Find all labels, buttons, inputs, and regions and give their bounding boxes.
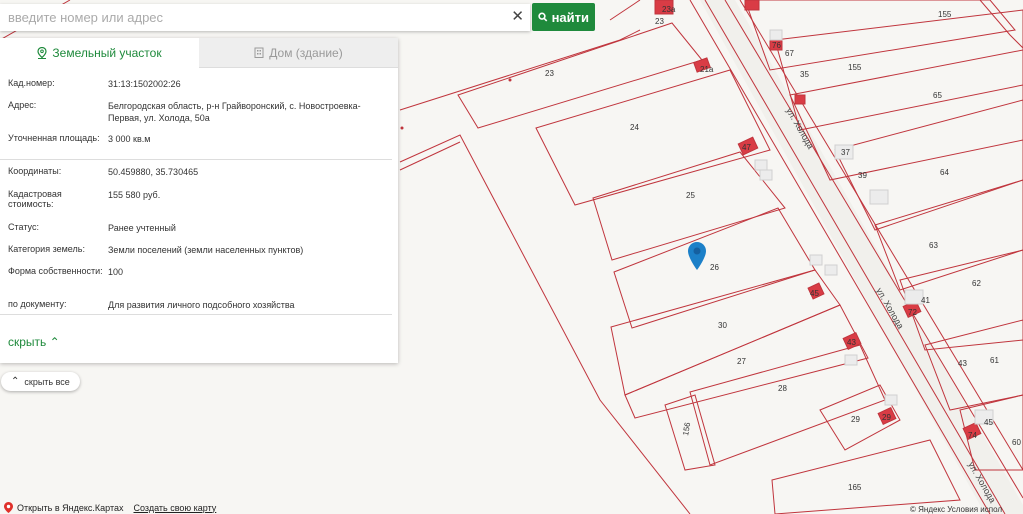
plot-label: 67 bbox=[785, 49, 794, 58]
field-value: 100 bbox=[108, 267, 124, 277]
field-label: Адрес: bbox=[8, 100, 37, 110]
land-plot-icon bbox=[37, 47, 47, 59]
yandex-maps-pin-icon bbox=[4, 502, 13, 513]
field-value: 3 000 кв.м bbox=[108, 134, 151, 144]
hide-details-label: скрыть bbox=[8, 335, 47, 349]
plot-label: 28 bbox=[778, 384, 787, 393]
building-label: 21а bbox=[700, 65, 714, 74]
plot-label: 23 bbox=[545, 69, 554, 78]
building-label: 43 bbox=[847, 338, 856, 347]
field-value: 155 580 руб. bbox=[108, 190, 161, 200]
field-value: Земли поселений (земли населенных пункто… bbox=[108, 245, 304, 255]
plot-label: 65 bbox=[933, 91, 942, 100]
field-label: Кад.номер: bbox=[8, 78, 55, 88]
plot-label: 64 bbox=[940, 168, 949, 177]
plot-label: 35 bbox=[800, 70, 809, 79]
tab-bar: Земельный участок Дом (здание) bbox=[0, 38, 398, 68]
field-label: Уточненная площадь: bbox=[8, 133, 100, 143]
plot-label: 29 bbox=[851, 415, 860, 424]
field-value: 50.459880, 35.730465 bbox=[108, 167, 199, 177]
search-input[interactable] bbox=[0, 4, 500, 31]
plot-label: 155 bbox=[848, 63, 862, 72]
building-label: 29 bbox=[882, 413, 891, 422]
field-value: 31:13:1502002:26 bbox=[108, 79, 181, 89]
hide-all-button[interactable]: ⌃ скрыть все bbox=[1, 372, 80, 391]
create-map-link[interactable]: Создать свою карту bbox=[133, 503, 216, 513]
plot-label: 61 bbox=[990, 356, 999, 365]
search-button-label: найти bbox=[551, 9, 589, 25]
building-label: 72 bbox=[908, 308, 917, 317]
field-label: Форма собственности: bbox=[8, 266, 103, 276]
field-label: Категория земель: bbox=[8, 244, 85, 254]
field-label: Координаты: bbox=[8, 166, 62, 176]
plot-label: 25 bbox=[686, 191, 695, 200]
tab-building-label: Дом (здание) bbox=[269, 45, 343, 60]
close-icon[interactable]: ✕ bbox=[511, 8, 524, 26]
tab-land-plot-label: Земельный участок bbox=[52, 46, 162, 60]
open-in-yandex-link[interactable]: Открыть в Яндекс.Картах bbox=[17, 503, 123, 513]
search-bar: ✕ bbox=[0, 4, 530, 31]
plot-label: 27 bbox=[737, 357, 746, 366]
building-label: 74 bbox=[968, 431, 977, 440]
building-icon bbox=[254, 47, 264, 58]
plot-label: 165 bbox=[848, 483, 862, 492]
plot-label: 43 bbox=[958, 359, 967, 368]
plot-label: 41 bbox=[921, 296, 930, 305]
building-label: 47 bbox=[742, 143, 751, 152]
tab-building[interactable]: Дом (здание) bbox=[199, 38, 398, 68]
plot-label: 63 bbox=[929, 241, 938, 250]
divider bbox=[0, 314, 392, 315]
field-value: Для развития личного подсобного хозяйств… bbox=[108, 300, 295, 310]
chevron-up-icon: ⌃ bbox=[49, 335, 60, 349]
search-icon bbox=[538, 12, 548, 22]
copyright-text: © Яндекс Условия испол bbox=[910, 505, 1003, 514]
hide-details-link[interactable]: скрыть ⌃ bbox=[8, 335, 60, 349]
map-footer: Открыть в Яндекс.Картах Создать свою кар… bbox=[4, 502, 216, 513]
plot-label: 37 bbox=[841, 148, 850, 157]
plot-label: 39 bbox=[858, 171, 867, 180]
field-value: Белгородская область, р-н Грайворонский,… bbox=[108, 101, 361, 123]
plot-label: 155 bbox=[938, 10, 952, 19]
chevron-up-icon: ⌃ bbox=[11, 376, 20, 387]
divider bbox=[0, 159, 392, 160]
plot-label: 24 bbox=[630, 123, 639, 132]
field-label: по документу: bbox=[8, 299, 67, 309]
plot-label: 45 bbox=[984, 418, 993, 427]
hide-all-label: скрыть все bbox=[24, 376, 70, 387]
tab-land-plot[interactable]: Земельный участок bbox=[0, 38, 199, 68]
building-label: 23а bbox=[662, 5, 676, 14]
parcel-info-panel: Земельный участок Дом (здание) Кад.номер… bbox=[0, 38, 398, 363]
field-label: Статус: bbox=[8, 222, 39, 232]
location-marker-icon[interactable] bbox=[688, 242, 706, 270]
plot-label: 26 bbox=[710, 263, 719, 272]
plot-label: 30 bbox=[718, 321, 727, 330]
field-label: Кадастровая стоимость: bbox=[8, 189, 62, 209]
field-value: Ранее учтенный bbox=[108, 223, 176, 233]
plot-label: 62 bbox=[972, 279, 981, 288]
plot-label: 60 bbox=[1012, 438, 1021, 447]
plot-label: 23 bbox=[655, 17, 664, 26]
building-label: 76 bbox=[772, 41, 781, 50]
search-button[interactable]: найти bbox=[532, 3, 595, 31]
building-label: 45 bbox=[810, 289, 819, 298]
